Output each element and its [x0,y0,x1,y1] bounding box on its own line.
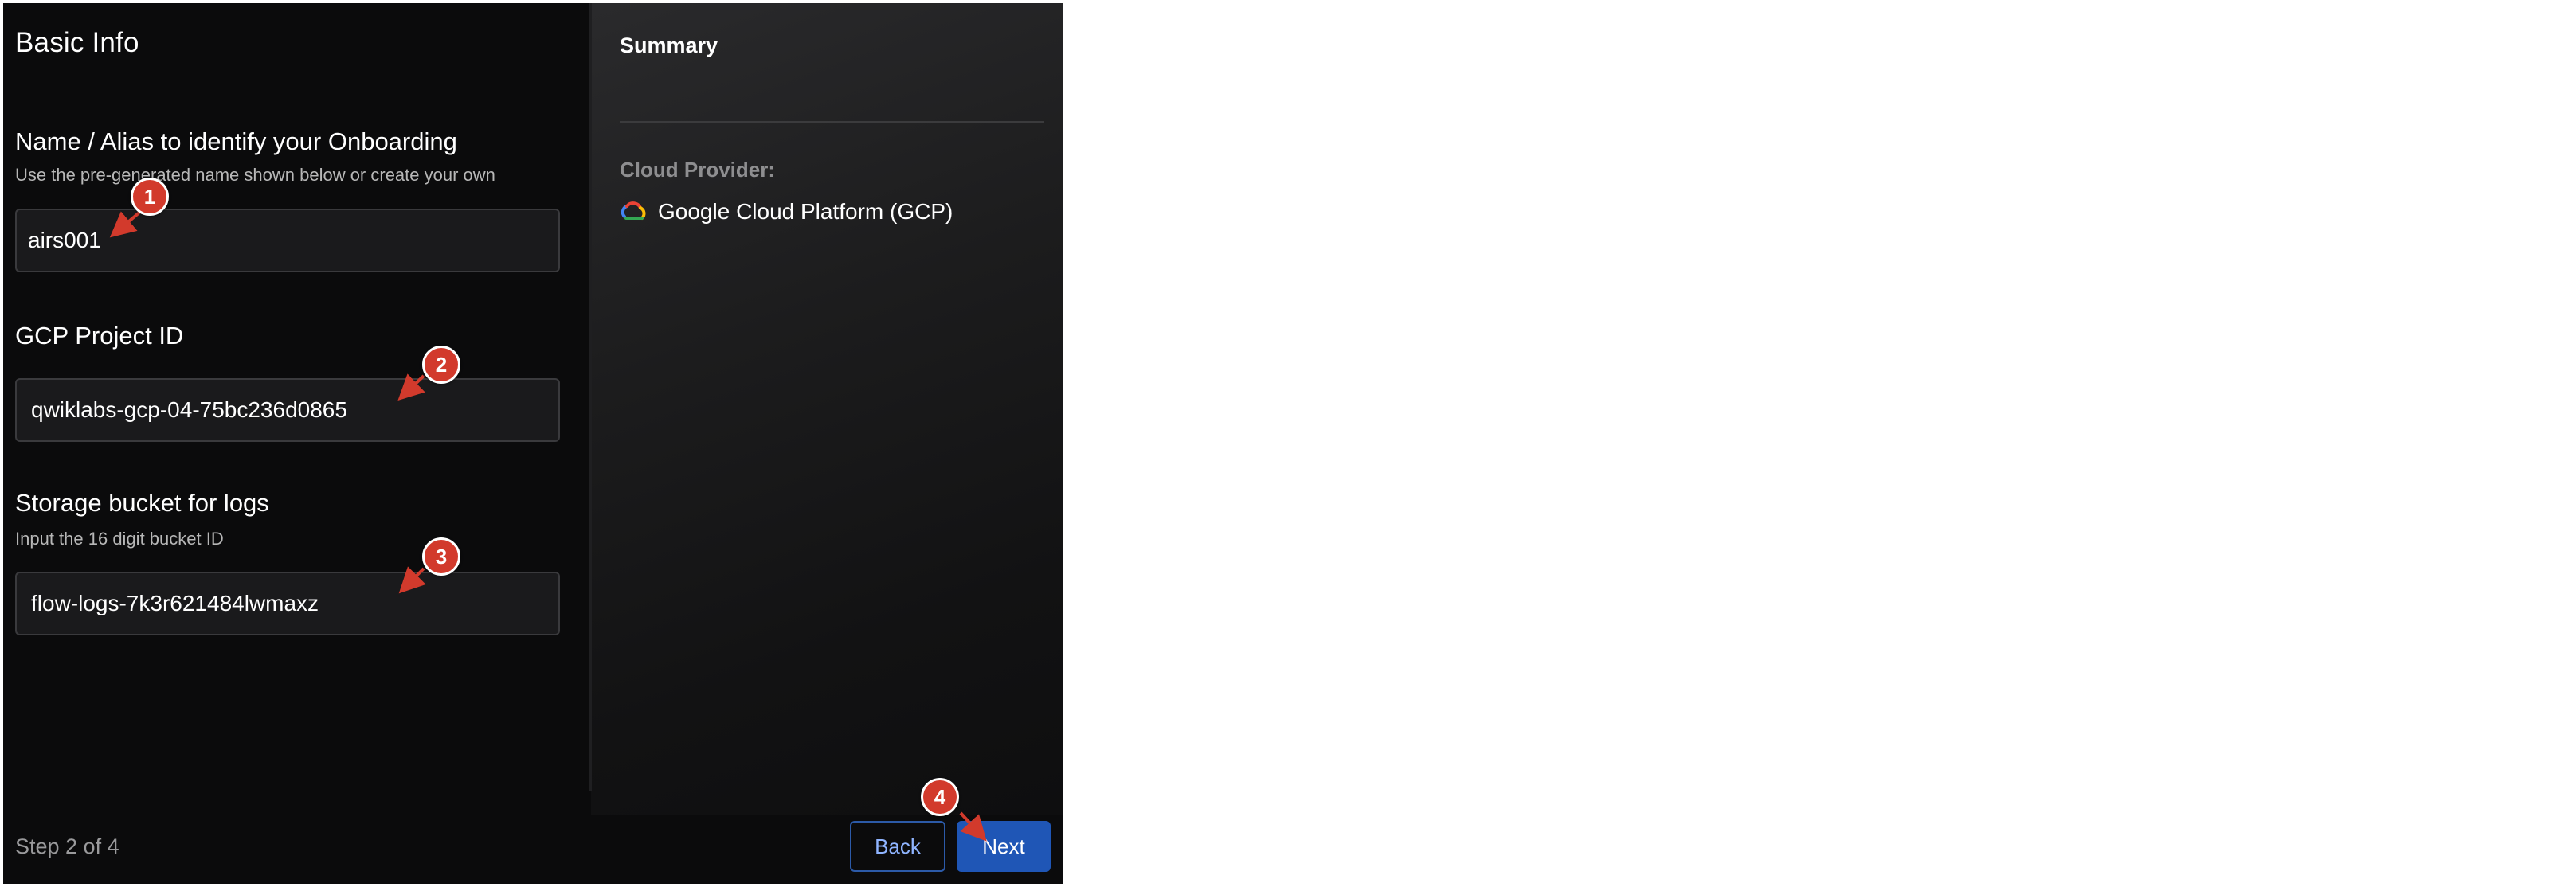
back-button[interactable]: Back [850,821,945,872]
page-title: Basic Info [15,27,139,58]
next-button[interactable]: Next [957,821,1051,872]
gcp-project-id-input[interactable]: qwiklabs-gcp-04-75bc236d0865 [15,378,560,442]
cloud-provider-value: Google Cloud Platform (GCP) [620,199,953,225]
storage-bucket-input[interactable]: flow-logs-7k3r621484lwmaxz [15,572,560,635]
onboarding-panel: Basic Info Name / Alias to identify your… [3,3,1063,884]
summary-title: Summary [620,33,718,57]
panel-divider [589,3,592,791]
storage-bucket-hint: Input the 16 digit bucket ID [15,529,224,549]
summary-panel-background [591,3,1063,815]
gcp-project-id-label: GCP Project ID [15,322,184,350]
storage-bucket-label: Storage bucket for logs [15,489,269,517]
annotation-marker-4: 4 [921,778,959,816]
name-alias-input[interactable]: airs001 [15,209,560,272]
annotation-marker-2: 2 [422,346,460,384]
gcp-logo-icon [621,201,646,220]
annotation-marker-3: 3 [422,537,460,576]
name-alias-label: Name / Alias to identify your Onboarding [15,127,457,155]
step-indicator: Step 2 of 4 [15,834,119,858]
cloud-provider-label: Cloud Provider: [620,158,776,182]
cloud-provider-name: Google Cloud Platform (GCP) [658,199,953,224]
summary-divider [620,121,1044,123]
annotation-marker-1: 1 [131,178,169,216]
name-alias-hint: Use the pre-generated name shown below o… [15,165,495,185]
